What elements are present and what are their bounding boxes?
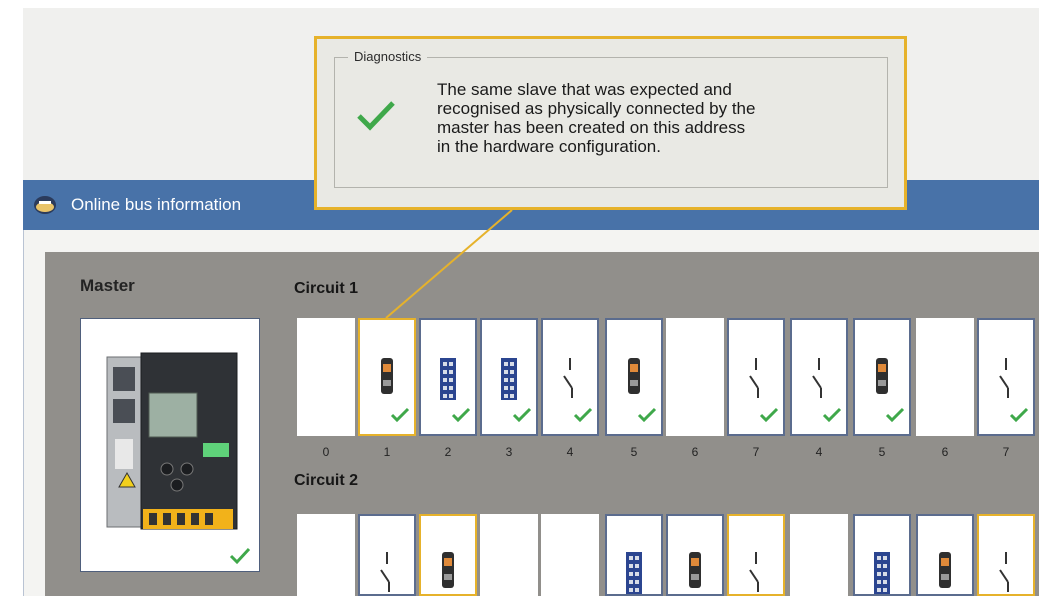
diagnostics-message-line: in the hardware configuration. [437,137,661,156]
diagnostics-message-line: recognised as physically connected by th… [437,99,756,118]
diagnostics-legend: Diagnostics [348,49,428,64]
diagnostics-message: The same slave that was expected and rec… [437,80,857,156]
check-icon [357,101,395,131]
diagnostics-message-line: master has been created on this address [437,118,746,137]
diagnostics-message-line: The same slave that was expected and [437,80,732,99]
